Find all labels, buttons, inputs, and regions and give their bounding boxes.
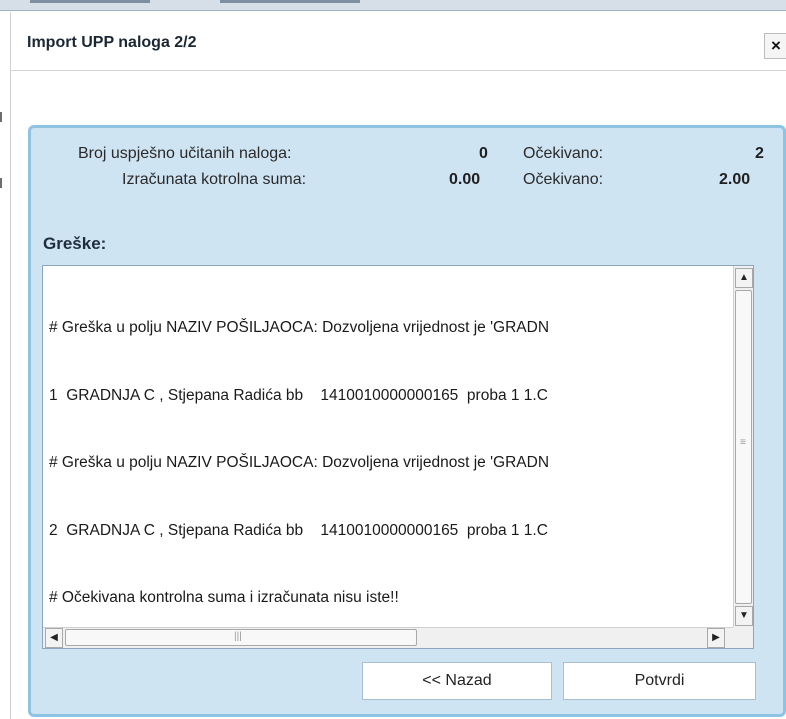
back-button[interactable]: << Nazad	[362, 662, 552, 700]
scroll-up-button[interactable]: ▲	[735, 268, 753, 288]
close-button[interactable]: ×	[764, 33, 786, 59]
dialog-titlebar: Import UPP naloga 2/2 ×	[11, 12, 786, 71]
import-dialog: Import UPP naloga 2/2 × Broj uspješno uč…	[10, 12, 786, 719]
expected-count-value: 2	[755, 145, 764, 162]
dialog-title: Import UPP naloga 2/2	[27, 34, 197, 51]
horizontal-scrollbar[interactable]: ◀ ||| ▶	[43, 627, 733, 648]
scrollbar-corner	[733, 627, 753, 648]
loaded-count-value: 0	[479, 145, 488, 162]
vertical-scrollbar[interactable]: ▲ ≡ ▼	[733, 266, 753, 628]
arrow-up-icon: ▲	[739, 272, 749, 283]
error-line: 2 GRADNJA C , Stjepana Radića bb 1410010…	[49, 521, 548, 539]
expected-count-label: Očekivano:	[523, 145, 604, 162]
import-summary-panel: Broj uspješno učitanih naloga: 0 Očekiva…	[28, 125, 786, 717]
arrow-left-icon: ◀	[50, 632, 58, 643]
checksum-value: 0.00	[449, 171, 481, 188]
errors-textarea[interactable]: # Greška u polju NAZIV POŠILJAOCA: Dozvo…	[42, 265, 754, 649]
expected-checksum-label: Očekivano:	[523, 171, 604, 188]
checksum-label: Izračunata kotrolna suma:	[122, 171, 307, 188]
background-tab-fragment	[30, 0, 150, 3]
error-line: 1 GRADNJA C , Stjepana Radića bb 1410010…	[49, 386, 548, 404]
background-edge-tick	[0, 178, 2, 188]
scroll-down-button[interactable]: ▼	[735, 606, 753, 626]
arrow-down-icon: ▼	[739, 610, 749, 621]
error-line: # Greška u polju NAZIV POŠILJAOCA: Dozvo…	[49, 319, 550, 336]
errors-heading: Greške:	[43, 234, 107, 253]
vertical-scroll-thumb[interactable]: ≡	[735, 290, 752, 604]
background-tab-fragment	[220, 0, 360, 3]
grip-icon: ≡	[740, 437, 746, 448]
grip-icon: |||	[234, 631, 242, 642]
error-line: # Očekivana kontrolna suma i izračunata …	[49, 589, 399, 606]
loaded-count-label: Broj uspješno učitanih naloga:	[78, 145, 292, 162]
confirm-button[interactable]: Potvrdi	[563, 662, 756, 700]
background-edge-tick	[0, 112, 2, 122]
error-line: # Greška u polju NAZIV POŠILJAOCA: Dozvo…	[49, 454, 550, 471]
scroll-right-button[interactable]: ▶	[707, 628, 725, 648]
arrow-right-icon: ▶	[712, 632, 720, 643]
scroll-left-button[interactable]: ◀	[45, 628, 63, 648]
close-icon: ×	[771, 36, 781, 55]
horizontal-scroll-thumb[interactable]: |||	[65, 629, 417, 646]
background-window-strip	[0, 0, 786, 11]
errors-text: # Greška u polju NAZIV POŠILJAOCA: Dozvo…	[49, 272, 734, 622]
expected-checksum-value: 2.00	[719, 171, 751, 188]
